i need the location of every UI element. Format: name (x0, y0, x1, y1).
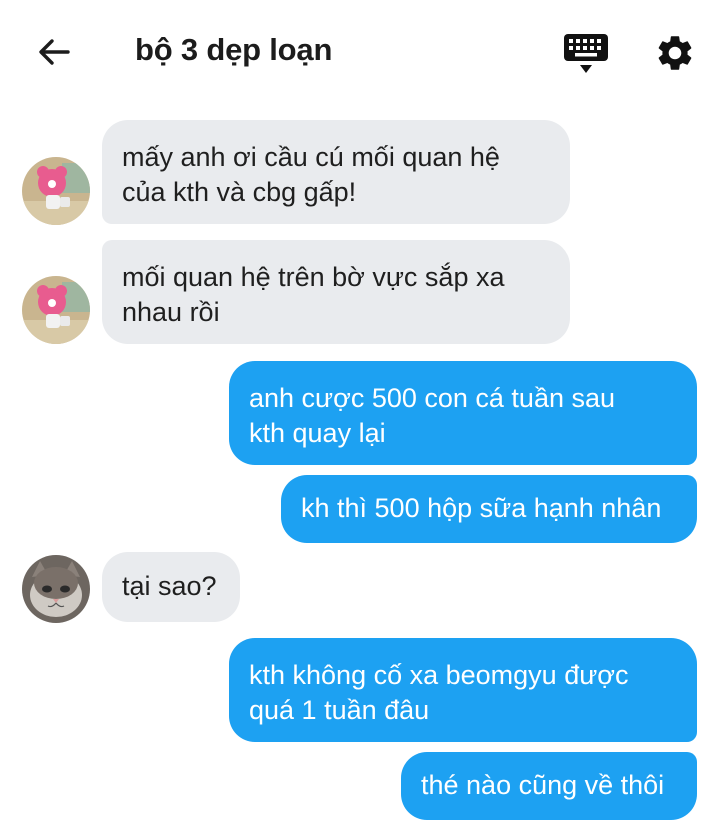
message-bubble-incoming[interactable]: mối quan hệ trên bờ vực sắp xa nhau rồi (102, 240, 570, 344)
chat-title[interactable]: bộ 3 dẹp loạn (135, 32, 332, 68)
message-bubble-outgoing[interactable]: anh cược 500 con cá tuần sau kth quay lạ… (229, 361, 697, 465)
message-bubble-outgoing[interactable]: kh thì 500 hộp sữa hạnh nhân (281, 475, 697, 543)
pink-character-avatar[interactable] (22, 157, 90, 225)
arrow-left-icon[interactable] (34, 32, 74, 72)
message-bubble-incoming[interactable]: mấy anh ơi cầu cú mối quan hệ của kth và… (102, 120, 570, 224)
gear-icon[interactable] (654, 32, 696, 74)
pink-character-avatar[interactable] (22, 276, 90, 344)
chat-header: bộ 3 dẹp loạn (0, 0, 720, 104)
message-bubble-incoming[interactable]: tại sao? (102, 552, 240, 622)
cat-avatar[interactable] (22, 555, 90, 623)
message-bubble-outgoing[interactable]: kth không cố xa beomgyu được quá 1 tuần … (229, 638, 697, 742)
keyboard-icon[interactable] (562, 30, 610, 76)
message-bubble-outgoing[interactable]: thé nào cũng về thôi (401, 752, 697, 820)
